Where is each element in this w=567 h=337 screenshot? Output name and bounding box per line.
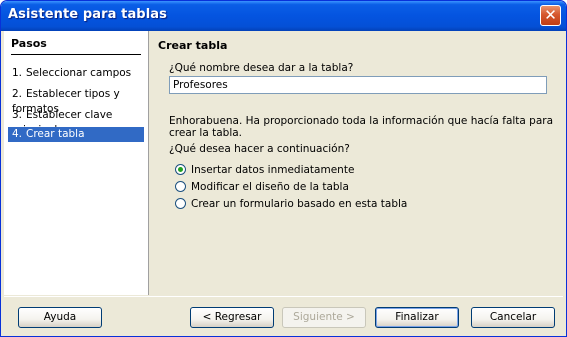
step-label: Crear tabla bbox=[26, 128, 85, 140]
back-button[interactable]: < Regresar bbox=[190, 307, 274, 328]
step-set-types[interactable]: 2. Establecer tipos y formatos bbox=[8, 87, 144, 115]
step-create-table[interactable]: 4. Crear tabla bbox=[8, 127, 144, 142]
step-number: 4. bbox=[12, 128, 23, 140]
next-action-label: ¿Qué desea hacer a continuación? bbox=[169, 143, 350, 155]
steps-heading: Pasos bbox=[11, 37, 141, 55]
option-label: Modificar el diseño de la tabla bbox=[191, 181, 349, 193]
radio-button[interactable] bbox=[175, 164, 186, 175]
option-label: Crear un formulario basado en esta tabla bbox=[191, 198, 408, 210]
panel-title: Crear tabla bbox=[158, 39, 228, 52]
step-label: Seleccionar campos bbox=[26, 67, 132, 79]
wizard-content: Pasos 1. Seleccionar campos 2. Establecer … bbox=[4, 31, 563, 295]
option-insert-data[interactable]: Insertar datos inmediatamente bbox=[175, 163, 354, 178]
step-primary-key[interactable]: 3.Establecer clave principal bbox=[8, 108, 144, 136]
option-label: Insertar datos inmediatamente bbox=[191, 164, 355, 176]
title-bar[interactable]: Asistente para tablas ✕ bbox=[1, 1, 566, 31]
table-name-label: ¿Qué nombre desea dar a la tabla? bbox=[169, 62, 354, 74]
cancel-button[interactable]: Cancelar bbox=[471, 307, 555, 328]
finish-button[interactable]: Finalizar bbox=[375, 307, 459, 328]
steps-sidebar: Pasos 1. Seleccionar campos 2. Establecer … bbox=[4, 31, 149, 295]
congratulations-text: Enhorabuena. Ha proporcionado toda la in… bbox=[169, 115, 554, 139]
button-bar: Ayuda < Regresar Siguiente > Finalizar C… bbox=[4, 296, 563, 334]
window-title: Asistente para tablas bbox=[8, 7, 167, 22]
radio-button[interactable] bbox=[175, 198, 186, 209]
help-button[interactable]: Ayuda bbox=[18, 307, 102, 328]
option-modify-design[interactable]: Modificar el diseño de la tabla bbox=[175, 180, 349, 195]
option-create-form[interactable]: Crear un formulario basado en esta tabla bbox=[175, 197, 407, 212]
step-number: 1. bbox=[12, 67, 23, 79]
wizard-window: Asistente para tablas ✕ Pasos 1. Seleccio… bbox=[0, 0, 567, 337]
step-number: 3. bbox=[12, 109, 23, 121]
step-panel: Crear tabla ¿Qué nombre desea dar a la t… bbox=[149, 31, 563, 295]
step-select-fields[interactable]: 1. Seleccionar campos bbox=[8, 66, 144, 81]
radio-button[interactable] bbox=[175, 181, 186, 192]
close-icon[interactable]: ✕ bbox=[540, 5, 561, 26]
next-button[interactable]: Siguiente > bbox=[282, 307, 366, 328]
table-name-input[interactable]: Profesores bbox=[169, 76, 547, 94]
step-number: 2. bbox=[12, 88, 23, 100]
